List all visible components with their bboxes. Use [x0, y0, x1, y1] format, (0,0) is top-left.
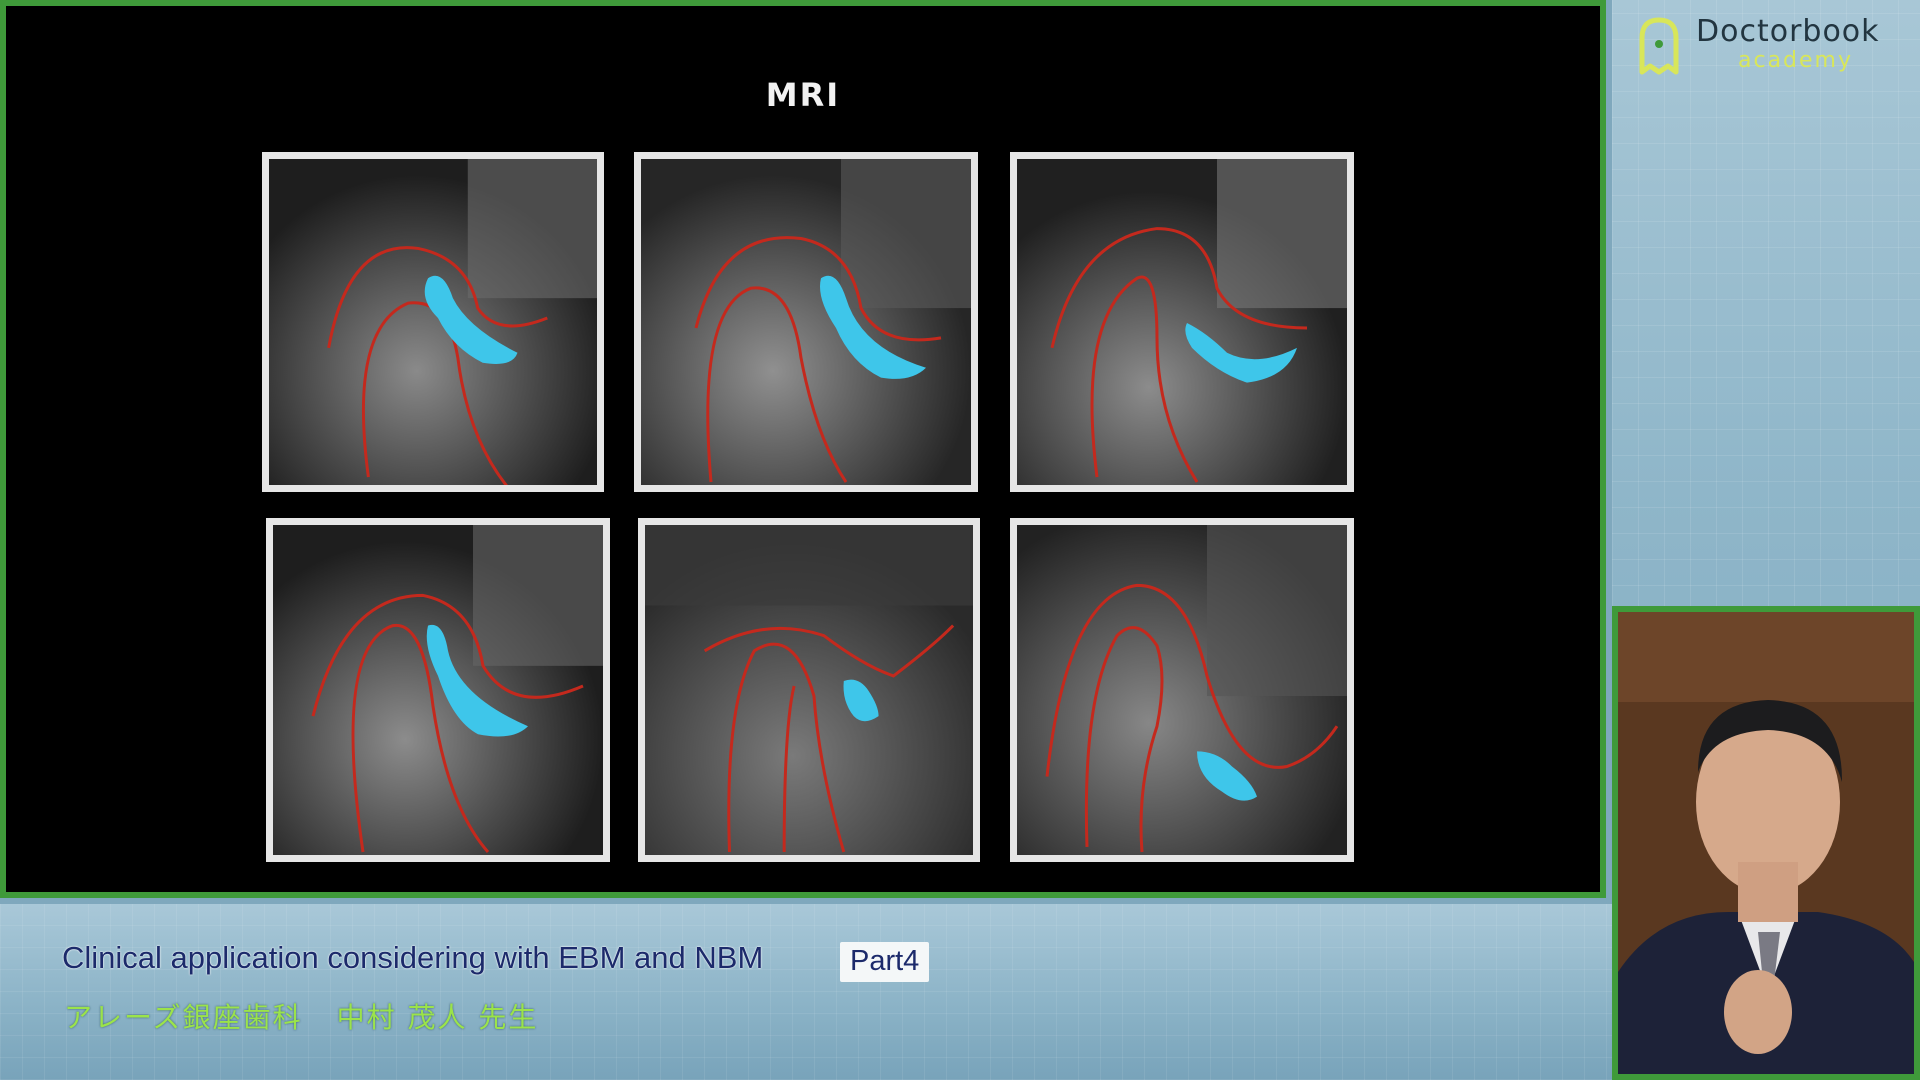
- lecture-title: Clinical application considering with EB…: [62, 940, 764, 975]
- presenter-image: [1618, 612, 1914, 1074]
- part-badge: Part4: [840, 942, 930, 982]
- mri-image-bottom-left: [266, 518, 610, 862]
- slide-title: MRI: [765, 76, 841, 114]
- presenter-name: 中村 茂人 先生: [336, 1001, 539, 1034]
- caption-bar: [0, 904, 1612, 1080]
- mri-image-top-left: [262, 152, 604, 492]
- mri-image-bottom-right: [1010, 518, 1354, 862]
- logo-name: Doctorbook: [1696, 14, 1880, 49]
- mri-image-top-middle: [634, 152, 978, 492]
- presenter-info: アレーズ銀座歯科 中村 茂人 先生: [64, 996, 538, 1036]
- doctorbook-logo: Doctorbook academy: [1634, 12, 1914, 76]
- logo-subtitle: academy: [1738, 48, 1854, 73]
- logo-arch-icon: [1639, 17, 1679, 75]
- clinic-name: アレーズ銀座歯科: [64, 1001, 303, 1034]
- mri-image-bottom-middle: [638, 518, 980, 862]
- slide-frame: MRI: [0, 0, 1606, 898]
- presenter-camera: [1612, 606, 1920, 1080]
- mri-image-top-right: [1010, 152, 1354, 492]
